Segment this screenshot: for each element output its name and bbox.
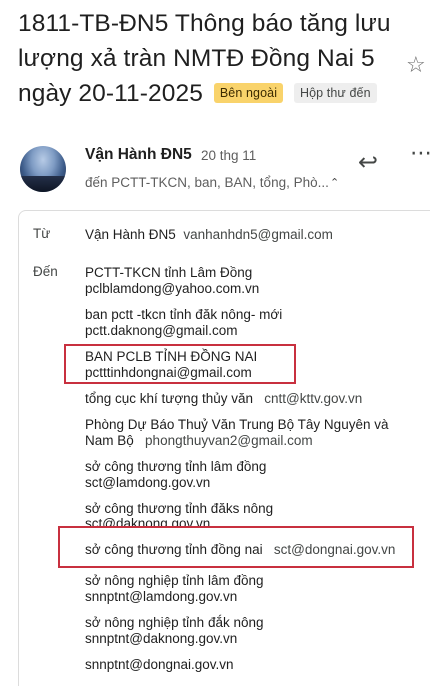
recipient-email[interactable]: pctt.daknong@gmail.com [85,322,238,339]
recipient-name: sở nông nghiệp tỉnh đắk nông [85,615,264,630]
recipient-email[interactable]: snnptnt@daknong.gov.vn [85,630,237,647]
highlight-box [64,344,296,384]
inbox-label-badge[interactable]: Hộp thư đến [294,83,377,103]
recipient-row: tổng cục khí tượng thủy văn cntt@kttv.go… [85,390,362,407]
recipient-name: tổng cục khí tượng thủy văn [85,391,253,406]
highlight-box [58,526,414,568]
from-row: Vận Hành ĐN5 vanhanhdn5@gmail.com [85,226,333,243]
recipient-row: Nam Bộ phongthuyvan2@gmail.com [85,432,313,449]
reply-icon[interactable]: ↩ [358,148,378,177]
recipient-email[interactable]: snnptnt@lamdong.gov.vn [85,588,237,605]
recipient-email[interactable]: sct@lamdong.gov.vn [85,474,210,491]
to-label: Đến [33,264,58,279]
star-icon[interactable]: ☆ [406,52,426,78]
recipient-name: Phòng Dự Báo Thuỷ Văn Trung Bộ Tây Nguyê… [85,417,389,432]
recipient-name: PCTT-TKCN tỉnh Lâm Đồng [85,265,253,280]
from-label: Từ [33,226,51,241]
from-email[interactable]: vanhanhdn5@gmail.com [183,227,333,242]
recipient-email[interactable]: snnptnt@dongnai.gov.vn [85,656,234,673]
recipient-name: sở công thương tỉnh lâm đồng [85,459,267,474]
more-icon[interactable]: ⋯ [410,140,430,166]
recipient-email[interactable]: cntt@kttv.gov.vn [264,391,362,406]
email-date: 20 thg 11 [201,148,257,163]
recipient-name: ban pctt -tkcn tỉnh đăk nông- mới [85,307,283,322]
sender-name[interactable]: Vận Hành ĐN5 [85,146,192,164]
avatar[interactable] [20,146,66,192]
recipient-name: sở nông nghiệp tỉnh lâm đồng [85,573,264,588]
recipient-email[interactable]: phongthuyvan2@gmail.com [145,433,313,448]
external-badge: Bên ngoài [213,83,284,103]
recipient-name: Nam Bộ [85,433,134,448]
recipient-email[interactable]: pclblamdong@yahoo.com.vn [85,280,259,297]
chevron-up-icon[interactable]: ⌃ [330,176,339,189]
email-subject: 1811-TB-ĐN5 Thông báo tăng lưu lượng xả … [18,6,406,111]
from-name: Vận Hành ĐN5 [85,227,176,242]
recipients-summary[interactable]: đến PCTT-TKCN, ban, BAN, tổng, Phò... [85,175,329,190]
